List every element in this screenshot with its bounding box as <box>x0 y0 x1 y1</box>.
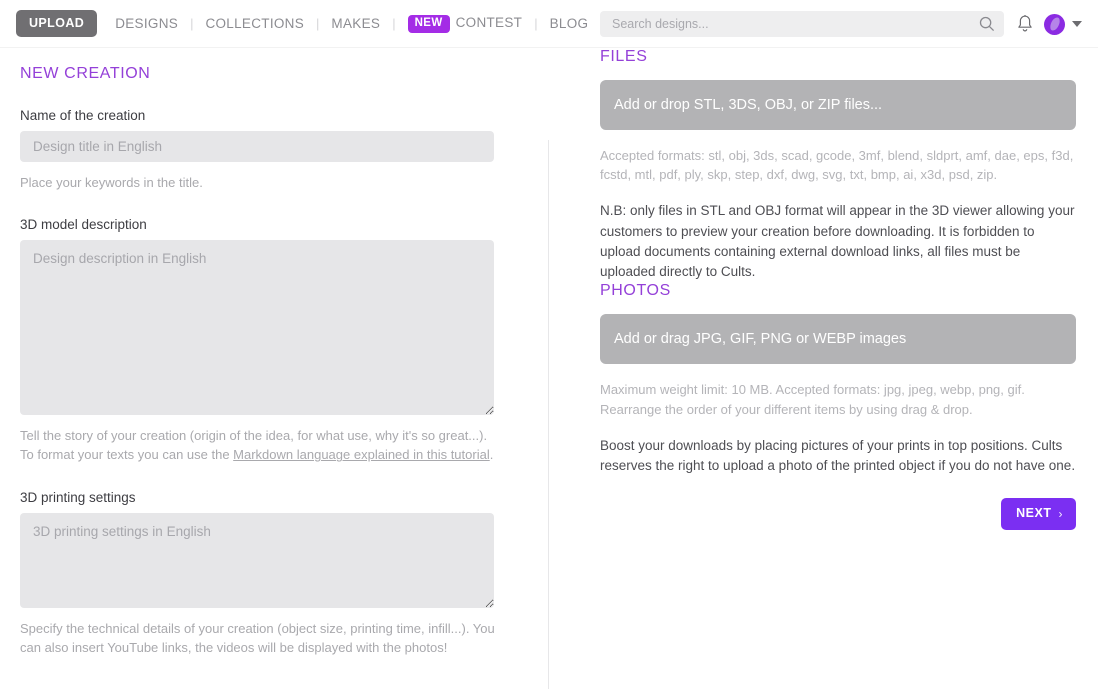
model-description-textarea[interactable] <box>20 240 494 416</box>
files-dropzone[interactable]: Add or drop STL, 3DS, OBJ, or ZIP files.… <box>600 80 1076 130</box>
printing-settings-hint: Specify the technical details of your cr… <box>20 620 495 655</box>
nav-item-blog[interactable]: BLOG <box>550 16 589 31</box>
next-button-label: NEXT <box>1016 506 1052 521</box>
next-button[interactable]: NEXT › <box>1001 498 1076 530</box>
avatar[interactable] <box>1044 13 1065 35</box>
top-header: UPLOAD DESIGNS | COLLECTIONS | MAKES | N… <box>0 0 1098 48</box>
markdown-tutorial-link[interactable]: Markdown language explained in this tuto… <box>233 447 490 462</box>
new-badge: NEW <box>407 14 450 34</box>
nav-item-collections[interactable]: COLLECTIONS <box>205 16 304 31</box>
next-button-row: NEXT › <box>600 498 1076 530</box>
primary-navigation: UPLOAD DESIGNS | COLLECTIONS | MAKES | N… <box>0 0 588 48</box>
photos-dropzone[interactable]: Add or drag JPG, GIF, PNG or WEBP images <box>600 314 1076 365</box>
search-input[interactable] <box>600 11 1004 37</box>
search-container <box>600 11 1004 37</box>
files-section-title: FILES <box>600 48 648 65</box>
photos-accepted-formats: Maximum weight limit: 10 MB. Accepted fo… <box>600 382 1025 417</box>
description-hint-period: . <box>489 447 494 463</box>
photos-section-title: PHOTOS <box>600 282 671 300</box>
upload-button[interactable]: UPLOAD <box>16 9 98 38</box>
files-dropzone-label: Add or drop STL, 3DS, OBJ, or ZIP files.… <box>614 97 883 113</box>
creation-form-column: NEW CREATION Name of the creation Place … <box>0 48 548 689</box>
bell-icon[interactable] <box>1016 14 1034 34</box>
nav-item-designs[interactable]: DESIGNS <box>115 16 178 31</box>
page-body: NEW CREATION Name of the creation Place … <box>0 48 1098 689</box>
chevron-down-icon[interactable] <box>1072 21 1082 27</box>
nav-separator: | <box>316 16 320 31</box>
nav-item-contest[interactable]: CONTEST <box>456 15 523 30</box>
search-icon[interactable] <box>979 16 995 32</box>
nav-item-contest-wrap[interactable]: NEW CONTEST <box>407 14 523 34</box>
files-nb-note: N.B: only files in STL and OBJ format wi… <box>600 203 1075 280</box>
header-utilities <box>600 0 1082 48</box>
nav-separator: | <box>534 16 538 31</box>
name-field-label: Name of the creation <box>20 108 146 123</box>
media-upload-column: FILES Add or drop STL, 3DS, OBJ, or ZIP … <box>548 48 1098 689</box>
nav-separator: | <box>190 16 194 31</box>
page-title: NEW CREATION <box>20 65 151 82</box>
printing-settings-field-label: 3D printing settings <box>20 489 136 505</box>
files-accepted-formats: Accepted formats: stl, obj, 3ds, scad, g… <box>600 148 1074 183</box>
name-field-hint: Place your keywords in the title. <box>20 175 203 190</box>
nav-separator: | <box>392 16 396 31</box>
photos-boost-note: Boost your downloads by placing pictures… <box>600 437 1076 474</box>
nav-item-makes[interactable]: MAKES <box>331 16 380 31</box>
creation-name-input[interactable] <box>20 131 494 162</box>
photos-dropzone-label: Add or drag JPG, GIF, PNG or WEBP images <box>614 331 907 348</box>
printing-settings-textarea[interactable] <box>20 512 494 608</box>
chevron-right-icon: › <box>1058 506 1063 521</box>
description-field-label: 3D model description <box>20 217 147 233</box>
column-divider <box>548 140 549 689</box>
description-field-hint: Tell the story of your creation (origin … <box>20 426 496 464</box>
